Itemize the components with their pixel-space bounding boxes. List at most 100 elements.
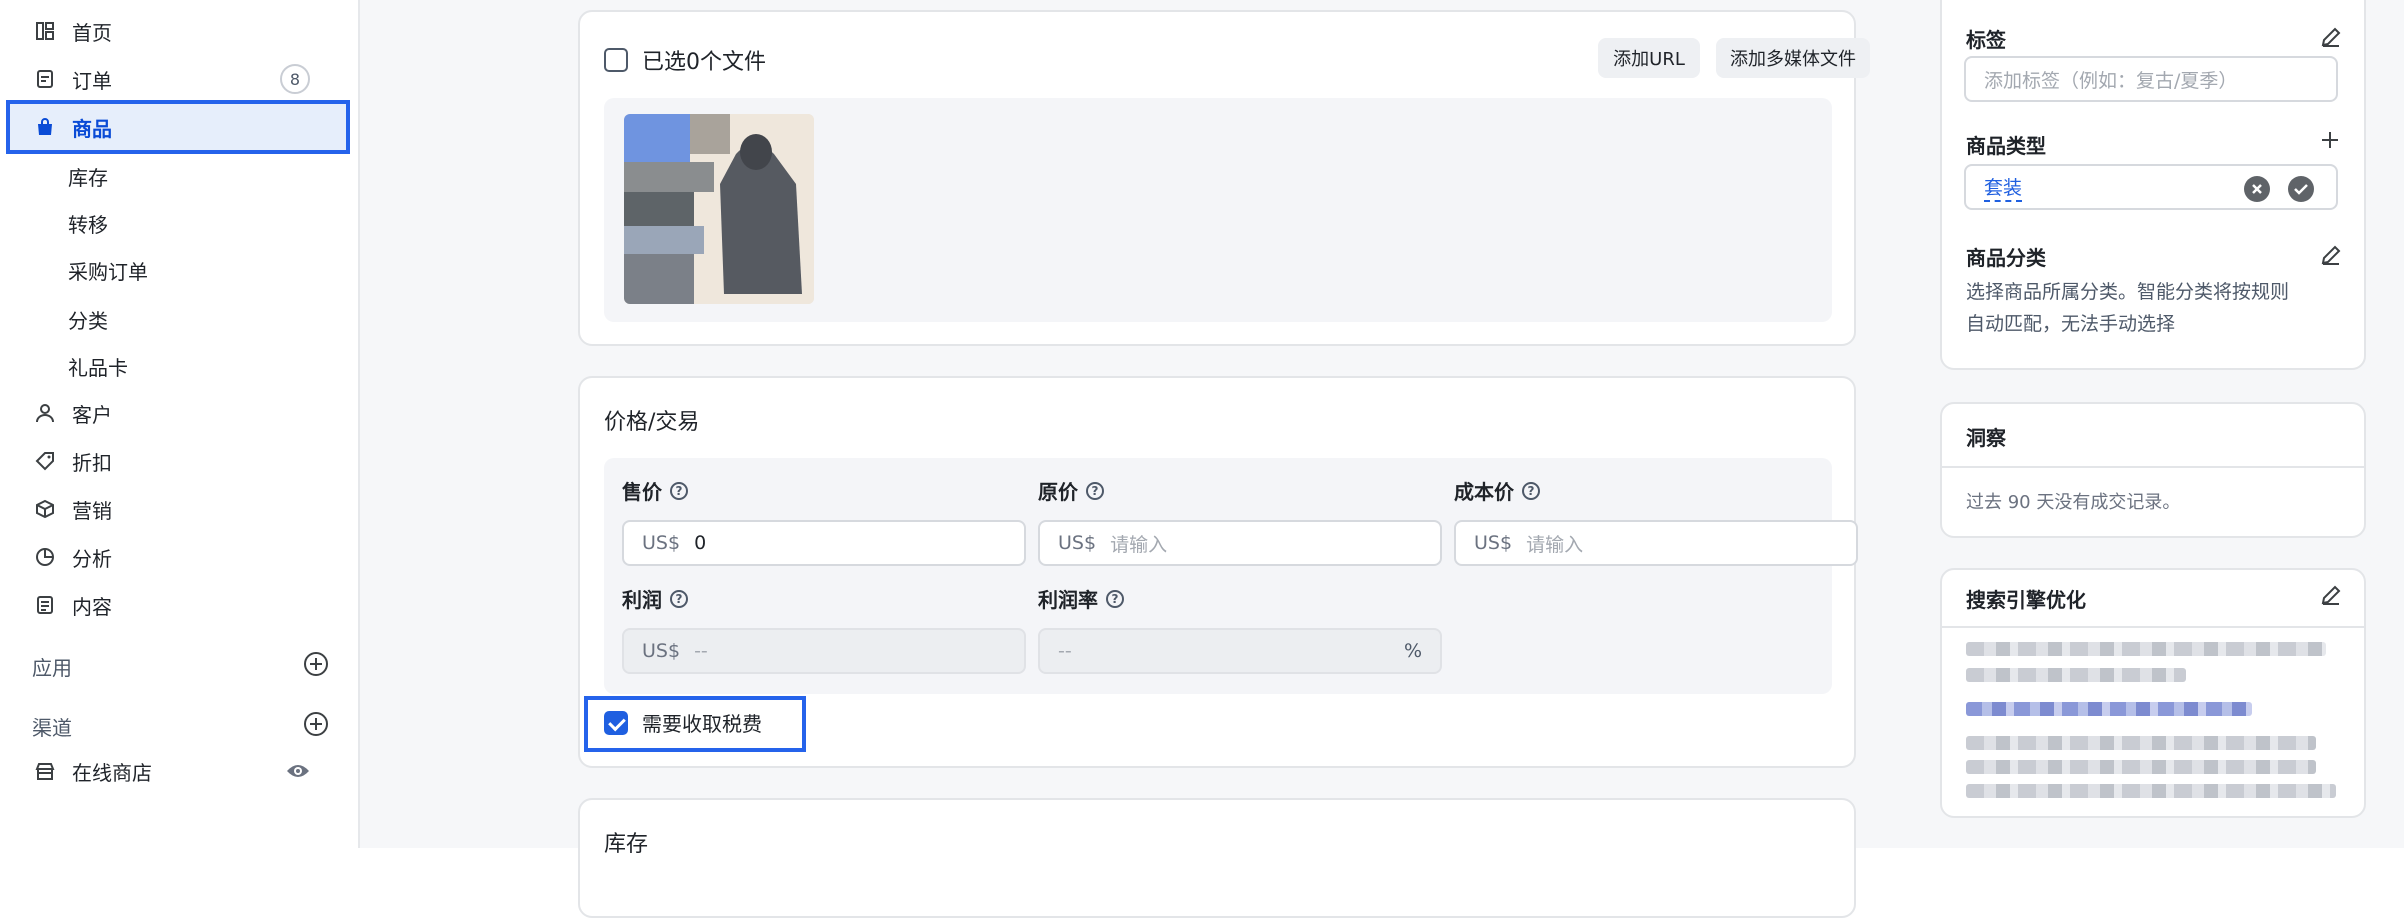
pie-icon xyxy=(34,546,56,568)
clear-icon[interactable] xyxy=(2244,176,2270,207)
dashboard-icon xyxy=(34,20,56,42)
sidebar-subitem-transfers[interactable]: 转移 xyxy=(68,203,108,243)
sidebar-item-products[interactable]: 商品 xyxy=(8,104,348,150)
price-value: 0 xyxy=(694,532,707,554)
tag-icon xyxy=(34,450,56,472)
divider xyxy=(1942,466,2364,468)
edit-category-icon[interactable] xyxy=(2320,244,2342,266)
sidebar: 首页 订单 8 商品 库存 转移 采购订单 分类 礼品卡 客户 折扣 营销 分析… xyxy=(0,0,360,848)
product-type-input[interactable]: 套装 xyxy=(1964,164,2338,210)
margin-field: -- % xyxy=(1038,628,1442,674)
order-icon xyxy=(34,68,56,90)
category-title: 商品分类 xyxy=(1966,246,2046,270)
add-url-button[interactable]: 添加URL xyxy=(1598,38,1700,78)
sidebar-item-orders[interactable]: 订单 8 xyxy=(0,56,340,102)
pricing-card: 价格/交易 售价? US$ 0 原价? US$ 请输入 成本价? US$ 请输入 xyxy=(578,376,1858,768)
sidebar-item-label: 分析 xyxy=(72,546,112,571)
profit-label-text: 利润 xyxy=(622,588,662,612)
media-select-row: 已选0个文件 xyxy=(604,44,766,76)
seo-preview-blurred xyxy=(1966,736,2316,750)
product-image-thumbnail[interactable] xyxy=(624,114,814,304)
eye-icon[interactable] xyxy=(286,761,310,786)
sidebar-item-label: 营销 xyxy=(72,498,112,523)
seo-card: 搜索引擎优化 xyxy=(1940,568,2366,818)
add-channel-icon[interactable] xyxy=(304,712,328,736)
add-type-icon[interactable] xyxy=(2320,130,2340,154)
sidebar-item-label: 内容 xyxy=(72,594,112,619)
price-label: 售价? xyxy=(622,476,688,505)
cost-price-input[interactable]: US$ 请输入 xyxy=(1454,520,1858,566)
confirm-icon[interactable] xyxy=(2288,176,2314,207)
currency-prefix: US$ xyxy=(1058,532,1097,554)
compare-price-input[interactable]: US$ 请输入 xyxy=(1038,520,1442,566)
sidebar-item-online-store[interactable]: 在线商店 xyxy=(0,748,340,794)
compare-price-label-text: 原价 xyxy=(1038,480,1078,504)
margin-value: -- xyxy=(1058,640,1072,662)
select-all-media-checkbox[interactable] xyxy=(604,48,628,72)
store-icon xyxy=(34,760,56,782)
box-icon xyxy=(34,498,56,520)
charge-tax-checkbox[interactable] xyxy=(604,710,628,735)
sidebar-subitem-gift-cards[interactable]: 礼品卡 xyxy=(68,346,128,386)
help-icon[interactable]: ? xyxy=(1522,481,1540,500)
right-panel: 标签 添加标签（例如：复古/夏季） 商品类型 套装 商品分类 选择商品所属分类。… xyxy=(1930,0,2404,848)
selected-files-label: 已选0个文件 xyxy=(642,50,766,75)
charge-tax-label: 需要收取税费 xyxy=(642,712,762,736)
sidebar-item-label: 客户 xyxy=(72,402,112,427)
product-type-value[interactable]: 套装 xyxy=(1984,173,2023,202)
product-type-title: 商品类型 xyxy=(1966,134,2046,158)
document-icon xyxy=(34,594,56,616)
apps-section-label: 应用 xyxy=(32,656,72,680)
add-media-button[interactable]: 添加多媒体文件 xyxy=(1716,38,1870,78)
sidebar-item-home[interactable]: 首页 xyxy=(0,8,340,54)
seo-preview-link-blurred xyxy=(1966,702,2252,716)
sidebar-subitem-collections[interactable]: 分类 xyxy=(68,299,108,339)
help-icon[interactable]: ? xyxy=(1086,481,1104,500)
help-icon[interactable]: ? xyxy=(670,481,688,500)
media-gallery xyxy=(604,98,1832,322)
tags-input[interactable]: 添加标签（例如：复古/夏季） xyxy=(1964,56,2338,102)
price-input[interactable]: US$ 0 xyxy=(622,520,1026,566)
profit-field: US$ -- xyxy=(622,628,1026,674)
margin-label-text: 利润率 xyxy=(1038,588,1098,612)
cost-price-label-text: 成本价 xyxy=(1454,480,1514,504)
category-description-line: 自动匹配，无法手动选择 xyxy=(1966,313,2176,335)
compare-price-placeholder: 请输入 xyxy=(1110,533,1168,556)
seo-preview-blurred xyxy=(1966,642,2326,656)
order-count-badge: 8 xyxy=(280,64,310,94)
price-label-text: 售价 xyxy=(622,480,662,504)
add-app-icon[interactable] xyxy=(304,652,328,676)
sidebar-item-discounts[interactable]: 折扣 xyxy=(0,438,340,484)
main-content: 已选0个文件 添加URL 添加多媒体文件 价格/交易 售价 ? US$ 0 原价… xyxy=(360,0,1930,918)
sidebar-item-content[interactable]: 内容 xyxy=(0,582,340,628)
edit-tags-icon[interactable] xyxy=(2320,26,2342,48)
sidebar-item-label: 商品 xyxy=(72,116,112,141)
profit-label: 利润? xyxy=(622,584,688,613)
edit-seo-icon[interactable] xyxy=(2320,584,2342,606)
profit-value: -- xyxy=(694,640,708,662)
divider xyxy=(1942,626,2364,628)
seo-preview-blurred xyxy=(1966,760,2316,774)
sidebar-item-customers[interactable]: 客户 xyxy=(0,390,340,436)
insights-card: 洞察 过去 90 天没有成交记录。 xyxy=(1940,402,2366,538)
sidebar-item-analytics[interactable]: 分析 xyxy=(0,534,340,580)
cost-price-placeholder: 请输入 xyxy=(1526,533,1584,556)
sidebar-subitem-inventory[interactable]: 库存 xyxy=(68,156,108,196)
inventory-title: 库存 xyxy=(604,832,649,857)
sidebar-subitem-purchase-orders[interactable]: 采购订单 xyxy=(68,250,148,290)
help-icon[interactable]: ? xyxy=(670,589,688,608)
percent-suffix: % xyxy=(1403,640,1422,662)
tax-row: 需要收取税费 xyxy=(604,708,762,737)
currency-prefix: US$ xyxy=(1474,532,1513,554)
compare-price-label: 原价? xyxy=(1038,476,1104,505)
seo-preview-blurred xyxy=(1966,784,2336,798)
sidebar-item-marketing[interactable]: 营销 xyxy=(0,486,340,532)
insights-title: 洞察 xyxy=(1966,426,2006,450)
currency-prefix: US$ xyxy=(642,640,681,662)
sidebar-item-label: 折扣 xyxy=(72,450,112,475)
currency-prefix: US$ xyxy=(642,532,681,554)
sidebar-item-label: 首页 xyxy=(72,20,112,45)
inventory-card: 库存 xyxy=(578,798,1856,918)
cost-price-label: 成本价? xyxy=(1454,476,1540,505)
help-icon[interactable]: ? xyxy=(1106,589,1124,608)
